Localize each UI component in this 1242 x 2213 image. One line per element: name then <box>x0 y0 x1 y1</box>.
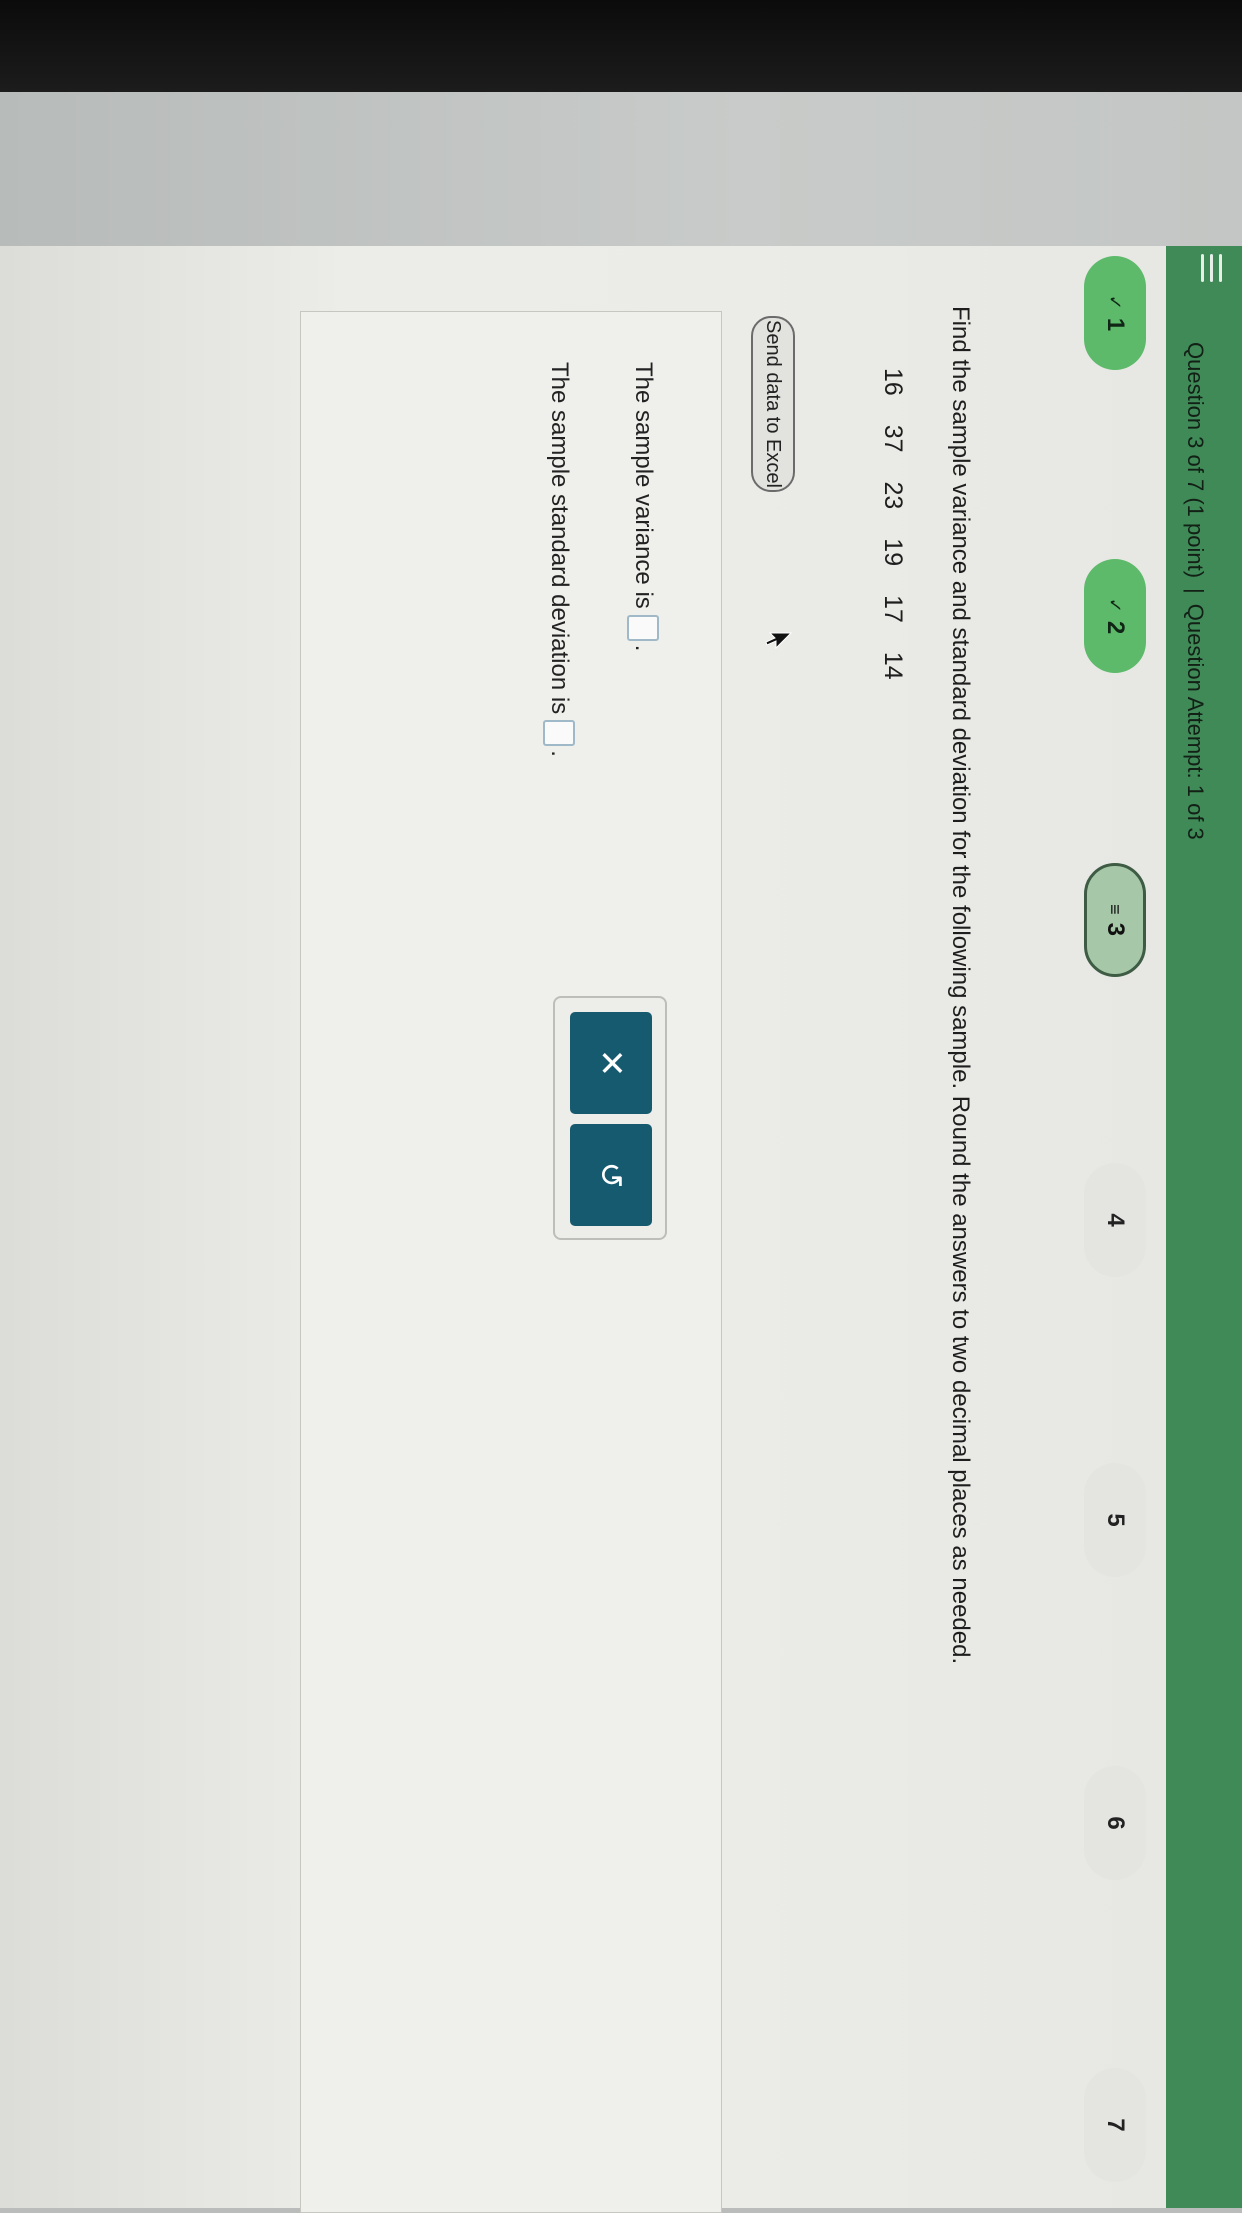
question-3-button[interactable]: ≡ 3 <box>1084 863 1146 977</box>
data-value: 17 <box>879 595 907 623</box>
question-label: Question 3 of 7 (1 point) <box>1183 342 1208 579</box>
attempt-label: Question Attempt: 1 of 3 <box>1183 603 1208 840</box>
question-prompt: Find the sample variance and standard de… <box>947 306 974 1665</box>
data-value: 14 <box>879 651 907 680</box>
undo-icon: ↺ <box>593 1161 629 1189</box>
period: . <box>546 750 573 757</box>
screen: Question 3 of 7 (1 point) | Question Attem… <box>0 246 1242 2213</box>
variance-input[interactable] <box>627 614 659 641</box>
header-separator: | <box>1183 588 1208 594</box>
question-7-button[interactable]: 7 <box>1084 2068 1146 2182</box>
clear-button[interactable]: ✕ <box>570 1012 652 1114</box>
upper-screen-area <box>0 92 1242 254</box>
menu-icon[interactable] <box>1200 254 1222 282</box>
answer-tools: ✕ ↺ <box>553 996 667 1240</box>
stdev-line: The sample standard deviation is . <box>543 362 575 757</box>
variance-label: The sample variance is <box>630 362 657 609</box>
stdev-input[interactable] <box>543 720 575 747</box>
check-icon: ✓ <box>1105 597 1126 613</box>
data-value: 37 <box>879 424 907 453</box>
flag-icon: ≡ <box>1105 904 1126 915</box>
variance-line: The sample variance is . <box>627 362 659 651</box>
top-bar: Question 3 of 7 (1 point) | Question Attem… <box>1166 246 1242 2208</box>
question-1-button[interactable]: ✓ 1 <box>1084 256 1146 370</box>
question-navigation: ✓ 1 ✓ 2 ≡ 3 4 5 6 7 <box>1066 246 1146 2208</box>
send-to-excel-button[interactable]: Send data to Excel <box>751 316 795 492</box>
data-value: 23 <box>879 481 907 510</box>
undo-button[interactable]: ↺ <box>570 1124 652 1226</box>
period: . <box>630 644 657 652</box>
check-icon: ✓ <box>1105 294 1126 310</box>
answer-area: The sample variance is . The sample stan… <box>300 311 722 2213</box>
question-2-button[interactable]: ✓ 2 <box>1084 559 1146 673</box>
stdev-label: The sample standard deviation is <box>546 362 573 715</box>
close-icon: ✕ <box>592 1048 630 1078</box>
data-value: 19 <box>879 538 907 567</box>
question-info: Question 3 of 7 (1 point) | Question Attem… <box>1182 342 1208 840</box>
screen-bezel <box>0 0 1242 92</box>
sample-data: 16 37 23 19 17 14 <box>878 368 907 702</box>
question-4-button[interactable]: 4 <box>1084 1163 1146 1277</box>
mouse-cursor-icon <box>765 632 792 650</box>
question-5-button[interactable]: 5 <box>1084 1463 1146 1577</box>
data-value: 16 <box>879 368 907 396</box>
question-6-button[interactable]: 6 <box>1084 1766 1146 1880</box>
question-page: Question 3 of 7 (1 point) | Question Attem… <box>0 246 1242 2213</box>
